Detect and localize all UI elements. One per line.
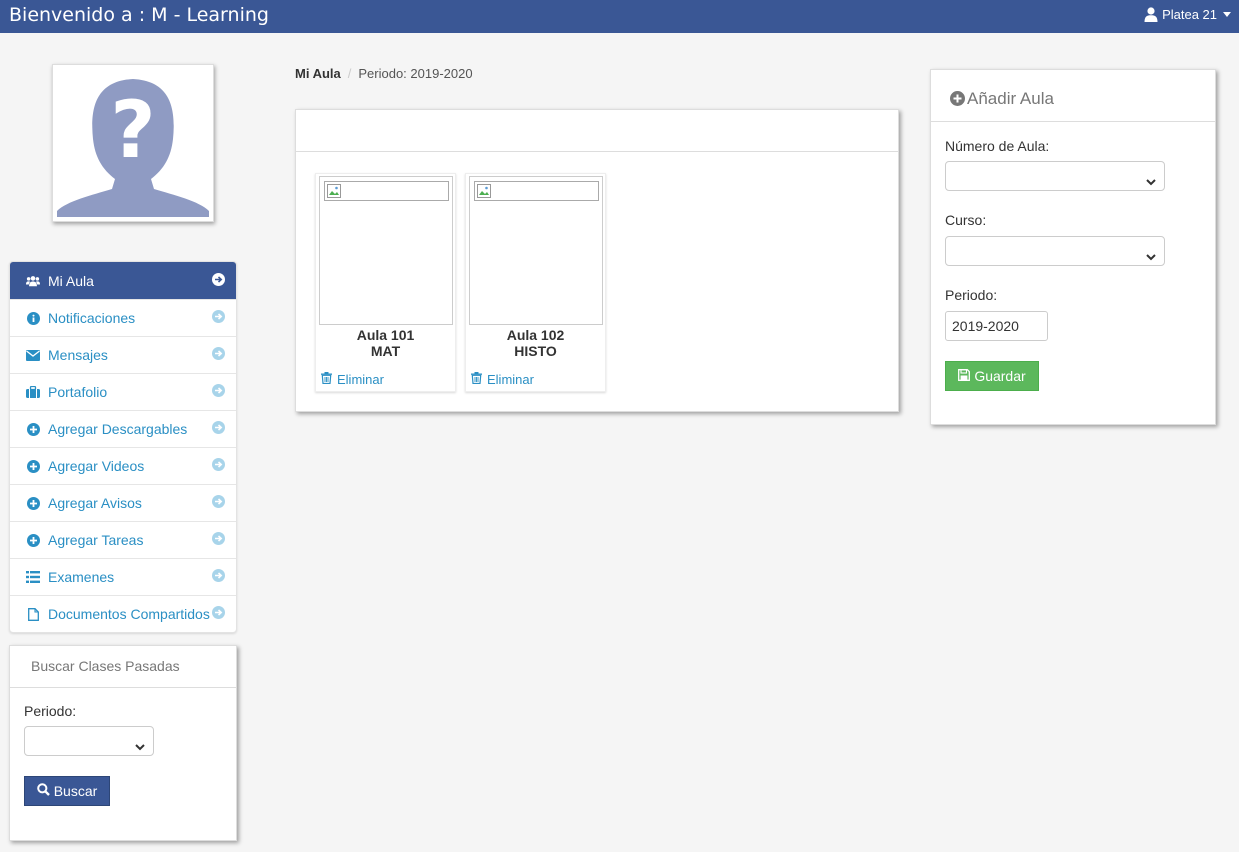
breadcrumb-item-mi-aula[interactable]: Mi Aula bbox=[295, 66, 341, 81]
arrow-circle-right-icon bbox=[212, 569, 225, 585]
chevron-down-icon bbox=[135, 738, 145, 754]
arrow-circle-right-icon bbox=[212, 272, 225, 289]
panel-title-text: Añadir Aula bbox=[967, 89, 1054, 108]
plus-circle-icon bbox=[26, 496, 40, 510]
classrooms-panel: Aula 101 MAT Eliminar Aula 102 HISTO Eli… bbox=[295, 109, 899, 412]
user-name: Platea 21 bbox=[1162, 7, 1217, 22]
breadcrumb-separator: / bbox=[347, 66, 352, 81]
arrow-circle-right-icon bbox=[212, 310, 225, 326]
delete-link[interactable]: Eliminar bbox=[321, 372, 384, 387]
profile-avatar: ? bbox=[52, 64, 214, 222]
trash-icon bbox=[471, 372, 482, 387]
sidebar-menu: Mi Aula Notificaciones Mensajes Portafol… bbox=[9, 261, 237, 633]
sidebar-item-examenes[interactable]: Examenes bbox=[10, 558, 236, 595]
search-past-classes-panel: Buscar Clases Pasadas Periodo: Buscar bbox=[9, 645, 237, 841]
floppy-disk-icon bbox=[958, 368, 971, 384]
curso-select[interactable] bbox=[945, 236, 1165, 266]
classroom-name: Aula 102 bbox=[506, 327, 565, 343]
classroom-course: HISTO bbox=[514, 343, 557, 359]
chevron-down-icon bbox=[1146, 248, 1156, 264]
list-icon bbox=[26, 570, 40, 584]
svg-text:?: ? bbox=[110, 86, 155, 176]
classroom-card[interactable]: Aula 102 HISTO Eliminar bbox=[465, 173, 606, 392]
sidebar-item-label: Agregar Videos bbox=[48, 458, 145, 474]
sidebar-item-agregar-avisos[interactable]: Agregar Avisos bbox=[10, 484, 236, 521]
sidebar-item-portafolio[interactable]: Portafolio bbox=[10, 373, 236, 410]
envelope-icon bbox=[26, 348, 40, 362]
top-navbar: Bienvenido a : M - Learning Platea 21 bbox=[0, 0, 1239, 33]
search-icon bbox=[36, 783, 50, 799]
plus-circle-icon bbox=[26, 422, 40, 436]
unknown-user-icon: ? bbox=[57, 69, 209, 217]
delete-label: Eliminar bbox=[487, 372, 534, 387]
search-button[interactable]: Buscar bbox=[24, 776, 110, 806]
sidebar-item-label: Examenes bbox=[48, 569, 115, 585]
periodo-label: Periodo: bbox=[24, 703, 77, 719]
arrow-circle-right-icon bbox=[212, 347, 225, 363]
sidebar-item-label: Mensajes bbox=[48, 347, 108, 363]
sidebar-item-label: Portafolio bbox=[48, 384, 108, 400]
classroom-title: Aula 102 HISTO bbox=[466, 327, 605, 359]
briefcase-icon bbox=[26, 385, 40, 399]
classroom-title: Aula 101 MAT bbox=[316, 327, 455, 359]
delete-label: Eliminar bbox=[337, 372, 384, 387]
classroom-image bbox=[469, 176, 603, 325]
broken-image-icon bbox=[474, 181, 599, 201]
broken-image-icon bbox=[324, 181, 449, 201]
user-menu[interactable]: Platea 21 bbox=[1144, 7, 1231, 22]
app-title: Bienvenido a : M - Learning bbox=[9, 4, 269, 26]
plus-circle-icon bbox=[26, 459, 40, 473]
sidebar-item-label: Notificaciones bbox=[48, 310, 136, 326]
classroom-image bbox=[319, 176, 453, 325]
save-button[interactable]: Guardar bbox=[945, 361, 1039, 391]
button-label: Guardar bbox=[974, 368, 1026, 384]
numero-aula-select[interactable] bbox=[945, 161, 1165, 191]
breadcrumb: Mi Aula / Periodo: 2019-2020 bbox=[295, 66, 473, 81]
panel-title: Buscar Clases Pasadas bbox=[10, 646, 236, 688]
caret-down-icon bbox=[1223, 12, 1231, 17]
sidebar-item-label: Mi Aula bbox=[48, 272, 94, 289]
sidebar-item-notificaciones[interactable]: Notificaciones bbox=[10, 299, 236, 336]
info-icon bbox=[26, 311, 40, 325]
panel-title: Añadir Aula bbox=[931, 70, 1215, 122]
panel-header bbox=[296, 110, 898, 152]
user-icon bbox=[1144, 7, 1158, 22]
periodo-input[interactable] bbox=[945, 311, 1048, 341]
plus-circle-icon bbox=[26, 533, 40, 547]
classroom-course: MAT bbox=[370, 343, 401, 359]
file-icon bbox=[26, 607, 40, 621]
arrow-circle-right-icon bbox=[212, 606, 225, 622]
sidebar-item-agregar-descargables[interactable]: Agregar Descargables bbox=[10, 410, 236, 447]
button-label: Buscar bbox=[53, 783, 98, 799]
arrow-circle-right-icon bbox=[212, 384, 225, 400]
plus-circle-icon bbox=[950, 91, 965, 111]
delete-link[interactable]: Eliminar bbox=[471, 372, 534, 387]
numero-aula-label: Número de Aula: bbox=[945, 138, 1050, 154]
arrow-circle-right-icon bbox=[212, 495, 225, 511]
arrow-circle-right-icon bbox=[212, 421, 225, 437]
sidebar-item-label: Agregar Descargables bbox=[48, 421, 188, 437]
sidebar-item-documentos-compartidos[interactable]: Documentos Compartidos bbox=[10, 595, 236, 632]
sidebar-item-agregar-tareas[interactable]: Agregar Tareas bbox=[10, 521, 236, 558]
classroom-card[interactable]: Aula 101 MAT Eliminar bbox=[315, 173, 456, 392]
sidebar-item-mensajes[interactable]: Mensajes bbox=[10, 336, 236, 373]
arrow-circle-right-icon bbox=[212, 532, 225, 548]
periodo-select[interactable] bbox=[24, 726, 154, 756]
sidebar-item-agregar-videos[interactable]: Agregar Videos bbox=[10, 447, 236, 484]
trash-icon bbox=[321, 372, 332, 387]
chevron-down-icon bbox=[1146, 173, 1156, 189]
sidebar-item-label: Documentos Compartidos bbox=[48, 606, 210, 622]
curso-label: Curso: bbox=[945, 212, 987, 228]
sidebar-item-label: Agregar Avisos bbox=[48, 495, 142, 511]
breadcrumb-item-periodo: Periodo: 2019-2020 bbox=[358, 66, 473, 81]
sidebar-item-label: Agregar Tareas bbox=[48, 532, 144, 548]
users-icon bbox=[26, 274, 40, 288]
add-classroom-panel: Añadir Aula Número de Aula: Curso: Perio… bbox=[930, 69, 1216, 425]
periodo-label: Periodo: bbox=[945, 287, 998, 303]
arrow-circle-right-icon bbox=[212, 458, 225, 474]
classroom-name: Aula 101 bbox=[356, 327, 415, 343]
sidebar-item-mi-aula[interactable]: Mi Aula bbox=[10, 262, 236, 299]
